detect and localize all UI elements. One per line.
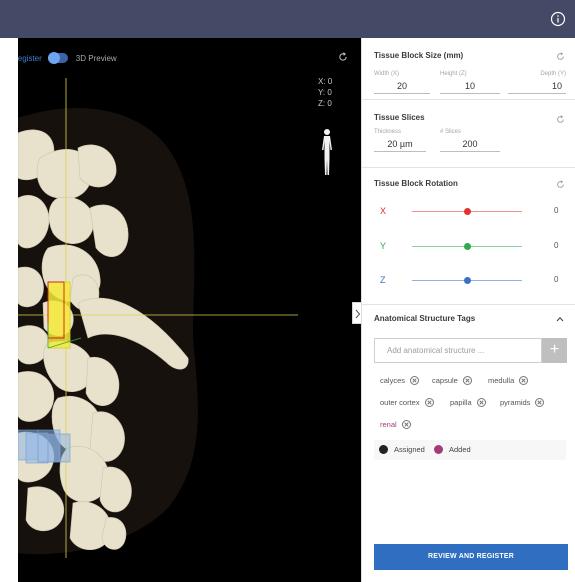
top-app-bar (0, 0, 575, 38)
3d-viewport[interactable]: Register 3D Preview X: 0 Y: 0 Z: 0 (18, 38, 361, 582)
registration-panel: Tissue Block Size (mm) Width (X) 20 Heig… (361, 38, 575, 582)
width-label: Width (X) (374, 71, 400, 77)
coordinate-readout: X: 0 Y: 0 Z: 0 (318, 76, 332, 109)
remove-tag-icon[interactable] (462, 376, 472, 385)
tag-label: calyces (380, 376, 406, 385)
block-size-section: Tissue Block Size (mm) Width (X) 20 Heig… (362, 38, 575, 100)
depth-label: Depth (Y) (540, 71, 566, 77)
rotation-title: Tissue Block Rotation (374, 179, 458, 188)
axis-label: Y (380, 241, 387, 251)
height-label: Height (Z) (440, 71, 467, 77)
depth-field[interactable]: Depth (Y) 10 (508, 71, 566, 94)
thickness-label: Thickness (374, 129, 402, 135)
preview-mode-label[interactable]: 3D Preview (76, 54, 117, 63)
remove-tag-icon[interactable] (424, 398, 434, 407)
slider-thumb[interactable] (463, 243, 471, 250)
remove-tag-icon[interactable] (519, 376, 529, 385)
assigned-dot-icon (379, 445, 388, 454)
slice-count-label: # Slices (440, 129, 462, 135)
remove-tag-icon[interactable] (476, 398, 486, 407)
added-dot-icon (434, 445, 443, 454)
reset-icon[interactable] (556, 52, 565, 61)
tags-title: Anatomical Structure Tags (374, 314, 476, 323)
organ-scene[interactable] (18, 38, 361, 582)
legend-assigned-label: Assigned (394, 445, 425, 454)
tag-legend: Assigned Added (374, 440, 566, 460)
height-value[interactable]: 10 (440, 79, 500, 94)
legend-added: Added (434, 445, 471, 454)
rotation-section: Tissue Block Rotation X0Y0Z0 (362, 168, 575, 305)
view-mode-toggle[interactable]: Register 3D Preview (18, 51, 117, 65)
structure-tag: capsule (432, 376, 472, 385)
depth-value[interactable]: 10 (508, 79, 566, 94)
registered-blocks (18, 429, 71, 464)
remove-tag-icon[interactable] (401, 420, 411, 429)
rotation-slider-z[interactable]: Z0 (362, 274, 575, 288)
add-tag-button[interactable]: + (542, 338, 567, 363)
coord-z: Z: 0 (318, 99, 332, 108)
body-orientation-icon[interactable] (318, 128, 336, 178)
slice-count-value[interactable]: 200 (440, 137, 500, 152)
anatomical-structure-input[interactable]: Add anatomical structure ... (374, 338, 542, 363)
rotation-slider-x[interactable]: X0 (362, 205, 575, 219)
structure-tag: calyces (380, 376, 420, 385)
axis-label: Z (380, 275, 386, 285)
thickness-value[interactable]: 20 µm (374, 137, 426, 152)
remove-tag-icon[interactable] (535, 398, 545, 407)
legend-added-label: Added (449, 445, 471, 454)
structure-tag: pyramids (500, 398, 545, 407)
register-mode-label[interactable]: Register (18, 54, 42, 63)
structure-tag: renal (380, 420, 411, 429)
width-field[interactable]: Width (X) 20 (374, 71, 430, 94)
width-value[interactable]: 20 (374, 79, 430, 94)
tag-label: pyramids (500, 398, 531, 407)
thickness-field[interactable]: Thickness 20 µm (374, 129, 426, 152)
reset-icon[interactable] (556, 115, 565, 124)
review-and-register-button[interactable]: REVIEW AND REGISTER (374, 544, 568, 570)
rotation-slider-y[interactable]: Y0 (362, 240, 575, 254)
tag-label: capsule (432, 376, 458, 385)
structure-tag: outer cortex (380, 398, 434, 407)
reset-view-icon[interactable] (338, 52, 348, 62)
slider-value: 0 (554, 206, 559, 215)
info-icon[interactable] (550, 11, 566, 27)
slices-section: Tissue Slices Thickness 20 µm # Slices 2… (362, 100, 575, 168)
slice-count-field[interactable]: # Slices 200 (440, 129, 500, 152)
block-size-title: Tissue Block Size (mm) (374, 51, 464, 60)
slices-title: Tissue Slices (374, 113, 425, 122)
axis-label: X (380, 206, 387, 216)
tag-label: papilla (450, 398, 472, 407)
tag-label: renal (380, 420, 397, 429)
coord-x: X: 0 (318, 77, 333, 86)
height-field[interactable]: Height (Z) 10 (440, 71, 500, 94)
chevron-up-icon[interactable] (556, 316, 564, 322)
tag-label: outer cortex (380, 398, 420, 407)
structure-tag: medulla (488, 376, 529, 385)
tag-label: medulla (488, 376, 515, 385)
slider-value: 0 (554, 275, 559, 284)
structure-tag: papilla (450, 398, 486, 407)
legend-assigned: Assigned (379, 445, 425, 454)
slider-thumb[interactable] (463, 208, 471, 215)
reset-icon[interactable] (556, 180, 565, 189)
slider-thumb[interactable] (463, 277, 471, 284)
slider-value: 0 (554, 241, 559, 250)
coord-y: Y: 0 (318, 88, 332, 97)
mode-switch[interactable] (47, 52, 68, 64)
left-strip (0, 38, 18, 582)
remove-tag-icon[interactable] (410, 376, 420, 385)
